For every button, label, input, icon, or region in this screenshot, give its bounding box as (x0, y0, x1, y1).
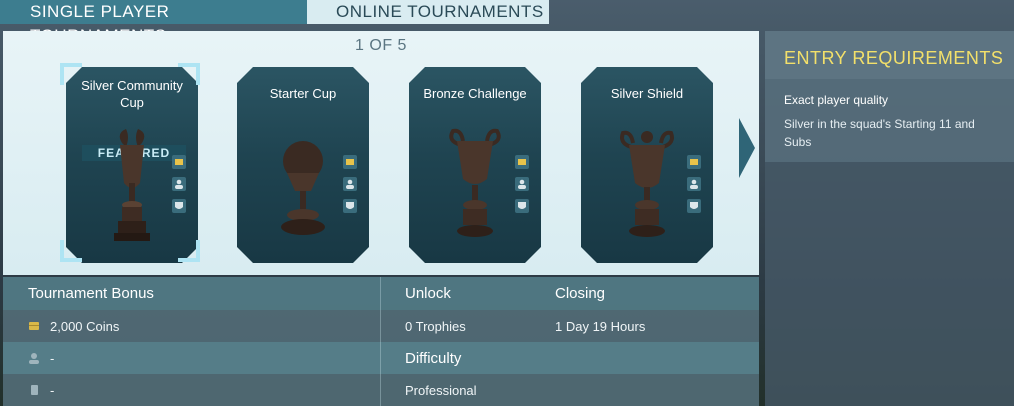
coin-icon (343, 155, 357, 169)
tournament-carousel: 1 OF 5 Silver Community Cup FEATURED Sta… (3, 31, 759, 275)
page-indicator: 1 OF 5 (355, 37, 407, 54)
requirement-title: Exact player quality (784, 93, 889, 107)
difficulty-value: Professional (405, 382, 477, 398)
trophy-icon (620, 130, 674, 237)
tournament-info-table: Tournament Bonus Unlock Closing 2,000 Co… (3, 277, 759, 406)
tab-single-player[interactable]: SINGLE PLAYER TOURNAMENTS (0, 0, 307, 45)
tournament-card-silver-community-cup[interactable]: Silver Community Cup FEATURED (66, 67, 198, 263)
person-icon (29, 353, 39, 364)
unlock-header: Unlock (405, 285, 451, 302)
pack-icon (31, 385, 38, 395)
selection-corner (178, 63, 200, 85)
shield-icon (687, 199, 701, 213)
tournament-bonus-header: Tournament Bonus (28, 285, 154, 302)
person-icon (515, 177, 529, 191)
coin-icon (687, 155, 701, 169)
shield-icon (172, 199, 186, 213)
closing-value: 1 Day 19 Hours (555, 318, 646, 334)
card-icons (515, 155, 529, 221)
card-title: Bronze Challenge (423, 86, 527, 101)
selection-corner (60, 63, 82, 85)
coins-bonus: 2,000 Coins (28, 310, 119, 342)
card-icons (172, 155, 186, 221)
trophy-icon (114, 129, 150, 241)
card-icons (687, 155, 701, 221)
column-divider (380, 277, 381, 406)
trophy-icon (449, 128, 501, 237)
difficulty-header: Difficulty (405, 349, 462, 367)
unlock-value: 0 Trophies (405, 318, 466, 334)
selection-corner (60, 240, 82, 262)
shield-icon (343, 199, 357, 213)
table-row: - Professional (3, 374, 759, 406)
coin-icon (515, 155, 529, 169)
player-bonus-value: - (50, 350, 55, 366)
coin-icon (172, 155, 186, 169)
requirement-item: Exact player quality Silver in the squad… (765, 79, 1014, 162)
pack-bonus-value: - (50, 382, 55, 398)
next-arrow-icon[interactable] (739, 118, 755, 178)
coin-icon (29, 322, 39, 330)
tab-online[interactable]: ONLINE TOURNAMENTS (307, 0, 549, 24)
person-icon (172, 177, 186, 191)
player-bonus: - (28, 342, 54, 374)
shield-icon (515, 199, 529, 213)
requirement-text: Silver in the squad's Starting 11 and Su… (784, 117, 975, 149)
card-title: Starter Cup (269, 86, 337, 101)
selection-corner (178, 240, 200, 262)
person-icon (687, 177, 701, 191)
tournament-card-starter-cup[interactable]: Starter Cup (237, 67, 369, 263)
tournament-card-silver-shield[interactable]: Silver Shield (581, 67, 713, 263)
closing-header: Closing (555, 285, 606, 302)
tournament-tabs: SINGLE PLAYER TOURNAMENTS ONLINE TOURNAM… (0, 0, 549, 45)
person-icon (343, 177, 357, 191)
tournament-card-bronze-challenge[interactable]: Bronze Challenge (409, 67, 541, 263)
coins-bonus-value: 2,000 Coins (50, 318, 120, 334)
table-row: 2,000 Coins 0 Trophies 1 Day 19 Hours (3, 310, 759, 342)
entry-requirements-title: ENTRY REQUIREMENTS (765, 31, 1014, 79)
entry-requirements-panel: ENTRY REQUIREMENTS Exact player quality … (765, 31, 1014, 406)
trophy-icon (281, 141, 325, 235)
card-title: Silver Shield (610, 86, 684, 101)
table-row: Tournament Bonus Unlock Closing (3, 277, 759, 310)
table-row: - Difficulty (3, 342, 759, 374)
pack-bonus: - (28, 374, 54, 406)
card-icons (343, 155, 357, 221)
